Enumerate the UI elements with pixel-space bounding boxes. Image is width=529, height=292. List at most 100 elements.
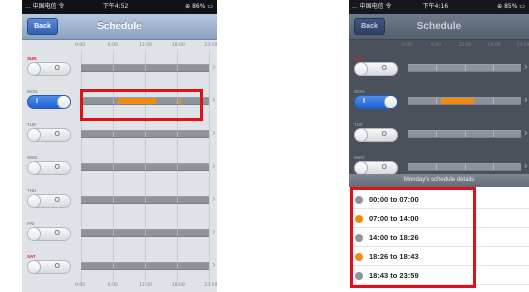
clock-label: 下午4:52 <box>102 3 129 10</box>
timeline-tick <box>145 197 146 203</box>
day-row-fri[interactable]: FRI O › <box>22 216 217 248</box>
time-tick-label: 18:00 <box>487 43 501 48</box>
day-label: FRI <box>27 221 35 226</box>
timeline-tick <box>177 131 178 137</box>
toggle-knob <box>28 228 41 240</box>
toggle-state-text: O <box>54 65 60 72</box>
day-row-sat[interactable]: SAT O › <box>22 249 217 281</box>
day-enable-toggle[interactable]: I <box>354 95 398 109</box>
day-enable-toggle[interactable]: O <box>27 260 71 274</box>
time-tick-label: 23:59 <box>204 283 217 288</box>
day-row-sun[interactable]: SUN O › <box>349 51 529 83</box>
day-enable-toggle[interactable]: O <box>27 194 71 208</box>
time-tick-label: 12:00 <box>139 43 152 48</box>
status-bar: ... 中国电信 令 下午4:16 ⊕ 85% ▭ <box>349 0 529 14</box>
carrier-label: ... 中国电信 令 <box>25 3 65 10</box>
day-label: MON <box>27 89 38 94</box>
day-enable-toggle[interactable]: O <box>27 62 71 76</box>
toggle-knob <box>28 129 41 141</box>
status-bar: ... 中国电信 令 下午4:52 ⊕ 86% ▭ <box>22 0 217 14</box>
day-enable-toggle[interactable]: O <box>27 128 71 142</box>
toggle-knob <box>28 195 41 207</box>
day-enable-toggle[interactable]: O <box>27 227 71 241</box>
chevron-right-icon[interactable]: › <box>524 61 528 73</box>
day-enable-toggle[interactable]: O <box>27 161 71 175</box>
day-row-mon[interactable]: MON I › <box>349 84 529 116</box>
day-row-sun[interactable]: SUN O › <box>22 51 217 83</box>
schedule-screen-left: ... 中国电信 令 下午4:52 ⊕ 86% ▭ Back Schedule … <box>22 0 217 292</box>
day-label: SUN <box>27 56 37 61</box>
day-label: SAT <box>27 254 36 259</box>
schedule-timeline-bar[interactable] <box>408 163 521 171</box>
day-label: MON <box>354 89 365 94</box>
timeline-tick <box>113 263 114 269</box>
time-tick-label: 18:00 <box>171 283 185 288</box>
day-label: WED <box>27 155 38 160</box>
chevron-right-icon[interactable]: › <box>212 94 216 106</box>
chevron-right-icon[interactable]: › <box>212 259 216 271</box>
toggle-knob <box>28 261 41 273</box>
page-title: Schedule <box>97 21 142 32</box>
navigation-bar: Back Schedule <box>22 14 217 40</box>
day-enable-toggle[interactable]: I <box>27 95 71 109</box>
day-row-thu[interactable]: THU O › <box>22 183 217 215</box>
toggle-state-text: O <box>54 131 60 138</box>
clock-label: 下午4:16 <box>422 3 449 10</box>
time-tick-label: 6:00 <box>107 43 118 48</box>
timeline-tick <box>436 65 438 71</box>
timeline-tick <box>145 263 146 269</box>
chevron-right-icon[interactable]: › <box>524 94 528 106</box>
chevron-right-icon[interactable]: › <box>212 127 216 139</box>
schedule-timeline-bar[interactable] <box>81 262 209 270</box>
timeline-tick <box>177 197 178 203</box>
schedule-timeline-bar[interactable] <box>81 130 209 138</box>
schedule-timeline-bar[interactable] <box>81 229 209 237</box>
schedule-timeline-bar[interactable] <box>81 64 209 72</box>
day-label: WED <box>354 155 365 160</box>
day-label: SUN <box>354 56 364 61</box>
schedule-timeline-bar[interactable] <box>408 97 521 105</box>
toggle-state-text: O <box>381 65 387 72</box>
timeline-tick <box>113 197 114 203</box>
timeline-tick <box>492 131 494 137</box>
timeline-tick <box>436 98 438 104</box>
timeline-tick <box>177 263 178 269</box>
timeline-tick <box>492 164 494 170</box>
schedule-timeline-bar[interactable] <box>408 130 521 138</box>
day-row-tue[interactable]: TUE O › <box>22 117 217 149</box>
chevron-right-icon[interactable]: › <box>524 160 528 172</box>
day-label: TUE <box>354 122 363 127</box>
time-tick-label: 0:00 <box>74 43 86 48</box>
timeline-tick <box>464 131 466 137</box>
battery-indicator: ⊕ 85% ▭ <box>497 3 525 10</box>
day-enable-toggle[interactable]: O <box>354 62 398 76</box>
timeline-tick <box>145 65 146 71</box>
toggle-state-text: I <box>363 98 365 105</box>
schedule-timeline-bar[interactable] <box>408 64 521 72</box>
toggle-knob <box>355 129 368 141</box>
toggle-knob <box>384 96 397 108</box>
chevron-right-icon[interactable]: › <box>212 160 216 172</box>
day-enable-toggle[interactable]: O <box>354 161 398 175</box>
day-row-wed[interactable]: WED O › <box>22 150 217 182</box>
toggle-state-text: O <box>54 197 60 204</box>
schedule-details-header: Monday's schedule details <box>349 174 529 187</box>
timeline-tick <box>177 164 178 170</box>
timeline-tick <box>464 164 466 170</box>
chevron-right-icon[interactable]: › <box>524 127 528 139</box>
time-tick-label: 6:00 <box>107 283 118 288</box>
timeline-tick <box>113 164 114 170</box>
chevron-right-icon[interactable]: › <box>212 61 216 73</box>
timeline-tick <box>492 98 494 104</box>
schedule-timeline-bar[interactable] <box>81 196 209 204</box>
time-tick-label: 12:00 <box>458 43 472 48</box>
chevron-right-icon[interactable]: › <box>212 193 216 205</box>
timeline-tick <box>436 164 438 170</box>
time-tick-label: 18:00 <box>171 43 185 48</box>
day-row-tue[interactable]: TUE O › <box>349 117 529 149</box>
day-enable-toggle[interactable]: O <box>354 128 398 142</box>
chevron-right-icon[interactable]: › <box>212 226 216 238</box>
schedule-timeline-bar[interactable] <box>81 163 209 171</box>
timeline-tick <box>464 65 466 71</box>
time-tick-label: 0:00 <box>74 283 86 288</box>
